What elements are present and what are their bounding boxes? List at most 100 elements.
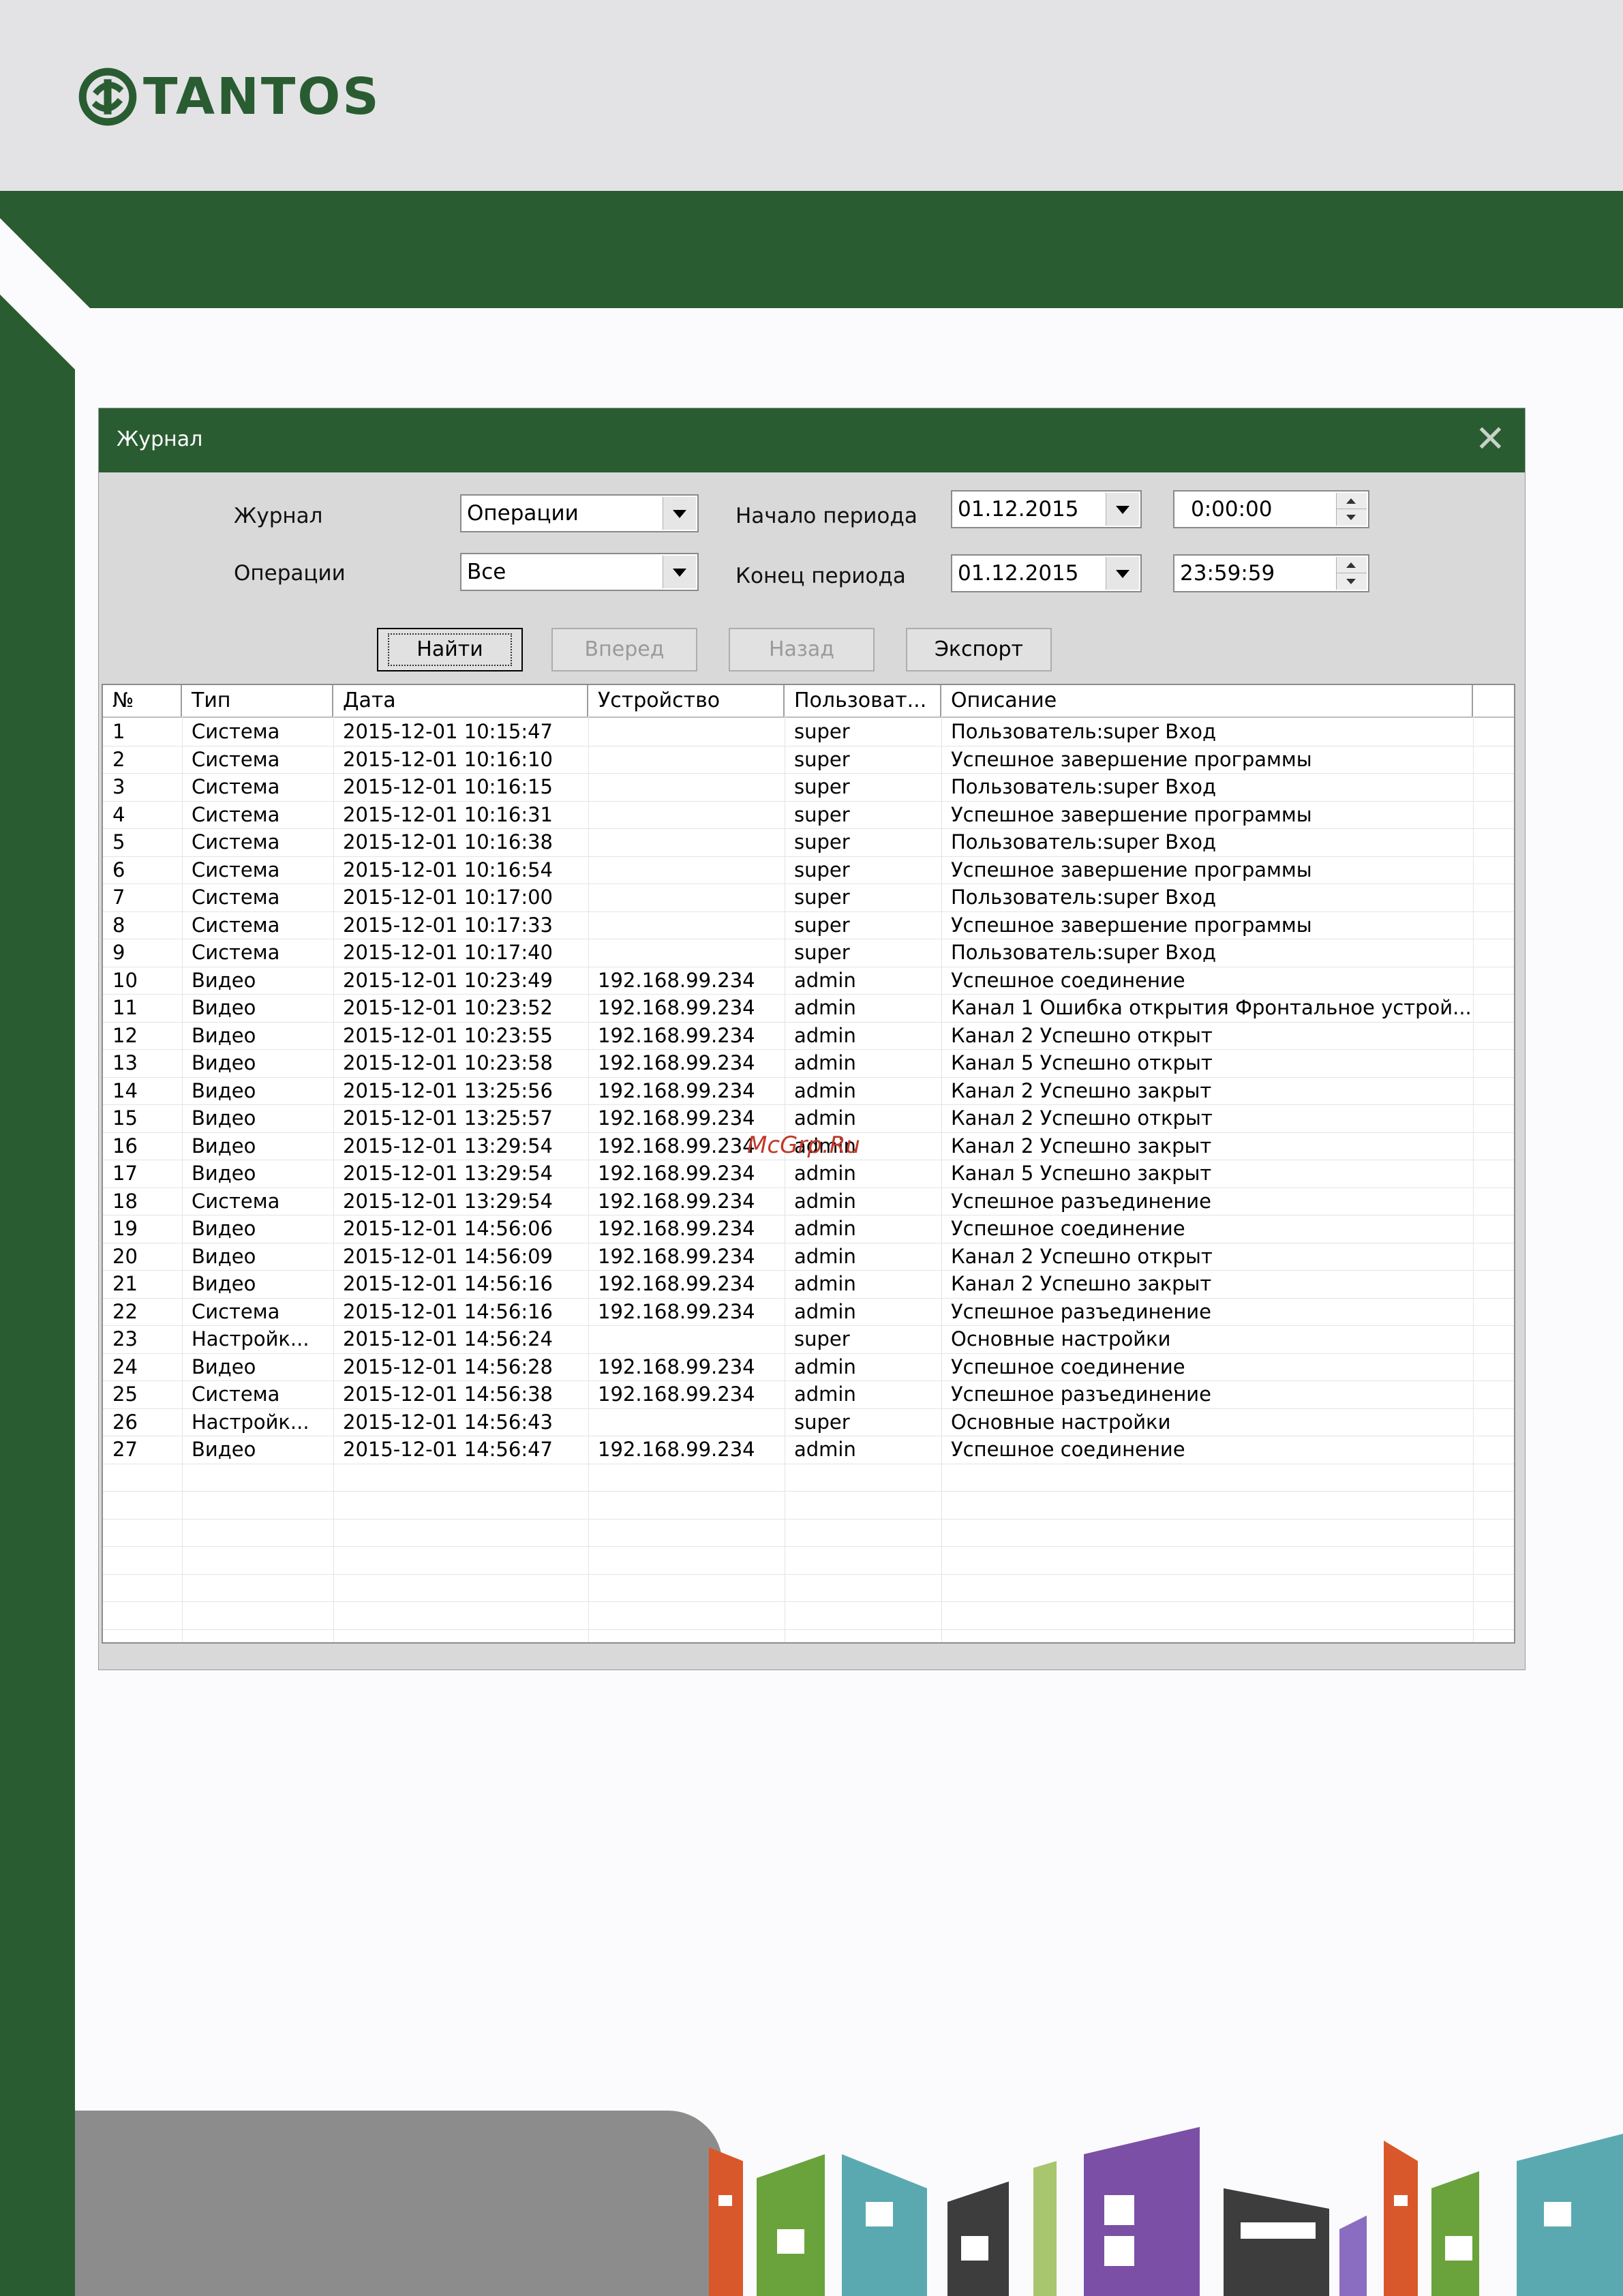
cell-user: super bbox=[794, 886, 850, 909]
chevron-down-icon[interactable] bbox=[1106, 557, 1139, 590]
time-spinner[interactable] bbox=[1336, 493, 1367, 526]
table-row[interactable]: 23 Настройк... 2015-12-01 14:56:24 super Осн… bbox=[103, 1325, 1514, 1354]
cell-date: 2015-12-01 13:25:57 bbox=[343, 1106, 553, 1130]
time-spinner[interactable] bbox=[1336, 557, 1367, 590]
cell-device bbox=[588, 939, 785, 966]
table-row[interactable]: 21 Видео 2015-12-01 14:56:16 192.168.99.234… bbox=[103, 1270, 1514, 1299]
cell-date: 2015-12-01 14:56:43 bbox=[343, 1410, 553, 1434]
chevron-down-icon[interactable] bbox=[1106, 493, 1139, 526]
tantos-logo: TANTOS bbox=[76, 63, 381, 131]
period-start-label: Начало периода bbox=[735, 504, 917, 528]
cell-description: Канал 2 Успешно закрыт bbox=[951, 1134, 1212, 1158]
table-row[interactable]: 13 Видео 2015-12-01 10:23:58 192.168.99.234… bbox=[103, 1049, 1514, 1078]
cell-number: 23 bbox=[112, 1327, 138, 1350]
cell-number: 13 bbox=[112, 1051, 138, 1074]
export-button[interactable]: Экспорт bbox=[906, 628, 1052, 671]
cell-date: 2015-12-01 14:56:16 bbox=[343, 1272, 553, 1295]
table-row[interactable]: 25 Система 2015-12-01 14:56:38 192.168.99.2… bbox=[103, 1380, 1514, 1409]
cell-type: Система bbox=[192, 830, 280, 854]
cell-type: Видео bbox=[192, 1162, 256, 1185]
cell-user: super bbox=[794, 802, 850, 826]
cell-type: Система bbox=[192, 858, 280, 881]
cell-type: Видео bbox=[192, 1217, 256, 1240]
table-row[interactable]: 19 Видео 2015-12-01 14:56:06 192.168.99.234… bbox=[103, 1215, 1514, 1243]
cell-number: 24 bbox=[112, 1355, 138, 1378]
cell-number: 16 bbox=[112, 1134, 138, 1158]
operations-select[interactable]: Все bbox=[460, 553, 699, 591]
column-header-device[interactable]: Устройство bbox=[588, 685, 785, 716]
table-row[interactable]: 12 Видео 2015-12-01 10:23:55 192.168.99.234… bbox=[103, 1022, 1514, 1050]
cell-device bbox=[588, 746, 785, 773]
cell-number: 19 bbox=[112, 1217, 138, 1240]
table-row[interactable]: 2 Система 2015-12-01 10:16:10 super Успешное… bbox=[103, 746, 1514, 774]
table-row-empty bbox=[103, 1491, 1514, 1520]
cell-date: 2015-12-01 13:25:56 bbox=[343, 1078, 553, 1102]
cell-device: 192.168.99.234 bbox=[598, 1355, 755, 1378]
cell-user: admin bbox=[794, 1383, 856, 1406]
cell-description: Основные настройки bbox=[951, 1327, 1171, 1350]
table-row-empty bbox=[103, 1464, 1514, 1492]
table-row[interactable]: 17 Видео 2015-12-01 13:29:54 192.168.99.234… bbox=[103, 1160, 1514, 1188]
cell-device bbox=[588, 773, 785, 800]
cell-user: admin bbox=[794, 1244, 856, 1268]
column-header-date[interactable]: Дата bbox=[333, 685, 588, 716]
end-date-value: 01.12.2015 bbox=[958, 561, 1079, 586]
cell-description: Канал 5 Успешно открыт bbox=[951, 1051, 1213, 1074]
column-header-number[interactable]: № bbox=[103, 685, 182, 716]
cell-number: 9 bbox=[112, 941, 125, 964]
table-row[interactable]: 10 Видео 2015-12-01 10:23:49 192.168.99.234… bbox=[103, 967, 1514, 995]
start-time-field[interactable]: 0:00:00 bbox=[1173, 490, 1369, 528]
close-icon[interactable]: ✕ bbox=[1475, 421, 1506, 457]
dialog-titlebar: Журнал ✕ bbox=[99, 408, 1525, 472]
table-row[interactable]: 24 Видео 2015-12-01 14:56:28 192.168.99.234… bbox=[103, 1353, 1514, 1381]
table-row[interactable]: 3 Система 2015-12-01 10:16:15 super Пользова… bbox=[103, 773, 1514, 802]
table-row[interactable]: 26 Настройк... 2015-12-01 14:56:43 super Осн… bbox=[103, 1408, 1514, 1436]
journal-select[interactable]: Операции bbox=[460, 494, 699, 532]
cell-user: super bbox=[794, 1327, 850, 1350]
table-row[interactable]: 8 Система 2015-12-01 10:17:33 super Успешное… bbox=[103, 911, 1514, 939]
cell-number: 4 bbox=[112, 802, 125, 826]
find-button[interactable]: Найти bbox=[377, 628, 523, 671]
table-row[interactable]: 22 Система 2015-12-01 14:56:16 192.168.99.2… bbox=[103, 1298, 1514, 1326]
cell-description: Пользователь:super Вход bbox=[951, 941, 1217, 964]
table-row[interactable]: 18 Система 2015-12-01 13:29:54 192.168.99.2… bbox=[103, 1188, 1514, 1215]
table-row[interactable]: 20 Видео 2015-12-01 14:56:09 192.168.99.234… bbox=[103, 1243, 1514, 1271]
back-button[interactable]: Назад bbox=[729, 628, 875, 671]
table-row[interactable]: 6 Система 2015-12-01 10:16:54 super Успешное… bbox=[103, 856, 1514, 884]
start-date-field[interactable]: 01.12.2015 bbox=[951, 490, 1142, 528]
table-row[interactable]: 15 Видео 2015-12-01 13:25:57 192.168.99.234… bbox=[103, 1104, 1514, 1133]
cell-device: 192.168.99.234 bbox=[598, 1244, 755, 1268]
cell-date: 2015-12-01 10:16:15 bbox=[343, 775, 553, 798]
table-row[interactable]: 1 Система 2015-12-01 10:15:47 super Пользова… bbox=[103, 718, 1514, 746]
cell-description: Канал 2 Успешно открыт bbox=[951, 1244, 1213, 1268]
cell-description: Успешное разъединение bbox=[951, 1299, 1211, 1323]
table-row[interactable]: 14 Видео 2015-12-01 13:25:56 192.168.99.234… bbox=[103, 1077, 1514, 1105]
chevron-down-icon[interactable] bbox=[663, 497, 696, 530]
cell-type: Система bbox=[192, 775, 280, 798]
forward-button[interactable]: Вперед bbox=[551, 628, 697, 671]
cell-number: 17 bbox=[112, 1162, 138, 1185]
cell-number: 20 bbox=[112, 1244, 138, 1268]
cell-user: super bbox=[794, 858, 850, 881]
column-header-user[interactable]: Пользоват... bbox=[785, 685, 941, 716]
table-row[interactable]: 27 Видео 2015-12-01 14:56:47 192.168.99.234… bbox=[103, 1436, 1514, 1464]
cell-date: 2015-12-01 14:56:06 bbox=[343, 1217, 553, 1240]
column-header-type[interactable]: Тип bbox=[182, 685, 333, 716]
table-row[interactable]: 5 Система 2015-12-01 10:16:38 super Пользова… bbox=[103, 828, 1514, 857]
end-time-field[interactable]: 23:59:59 bbox=[1173, 554, 1369, 592]
table-row[interactable]: 7 Система 2015-12-01 10:17:00 super Пользова… bbox=[103, 883, 1514, 912]
end-date-field[interactable]: 01.12.2015 bbox=[951, 554, 1142, 592]
cell-type: Видео bbox=[192, 1051, 256, 1074]
column-header-description[interactable]: Описание bbox=[941, 685, 1473, 716]
start-date-value: 01.12.2015 bbox=[958, 497, 1079, 522]
table-row[interactable]: 11 Видео 2015-12-01 10:23:52 192.168.99.234… bbox=[103, 994, 1514, 1023]
table-row[interactable]: 9 Система 2015-12-01 10:17:40 super Пользова… bbox=[103, 939, 1514, 967]
chevron-down-icon[interactable] bbox=[663, 556, 696, 588]
cell-user: admin bbox=[794, 1051, 856, 1074]
cell-date: 2015-12-01 10:16:31 bbox=[343, 802, 553, 826]
cell-type: Видео bbox=[192, 1134, 256, 1158]
cell-user: admin bbox=[794, 1272, 856, 1295]
table-row[interactable]: 4 Система 2015-12-01 10:16:31 super Успешное… bbox=[103, 801, 1514, 829]
cell-date: 2015-12-01 10:16:10 bbox=[343, 747, 553, 771]
cell-device: 192.168.99.234 bbox=[598, 1162, 755, 1185]
